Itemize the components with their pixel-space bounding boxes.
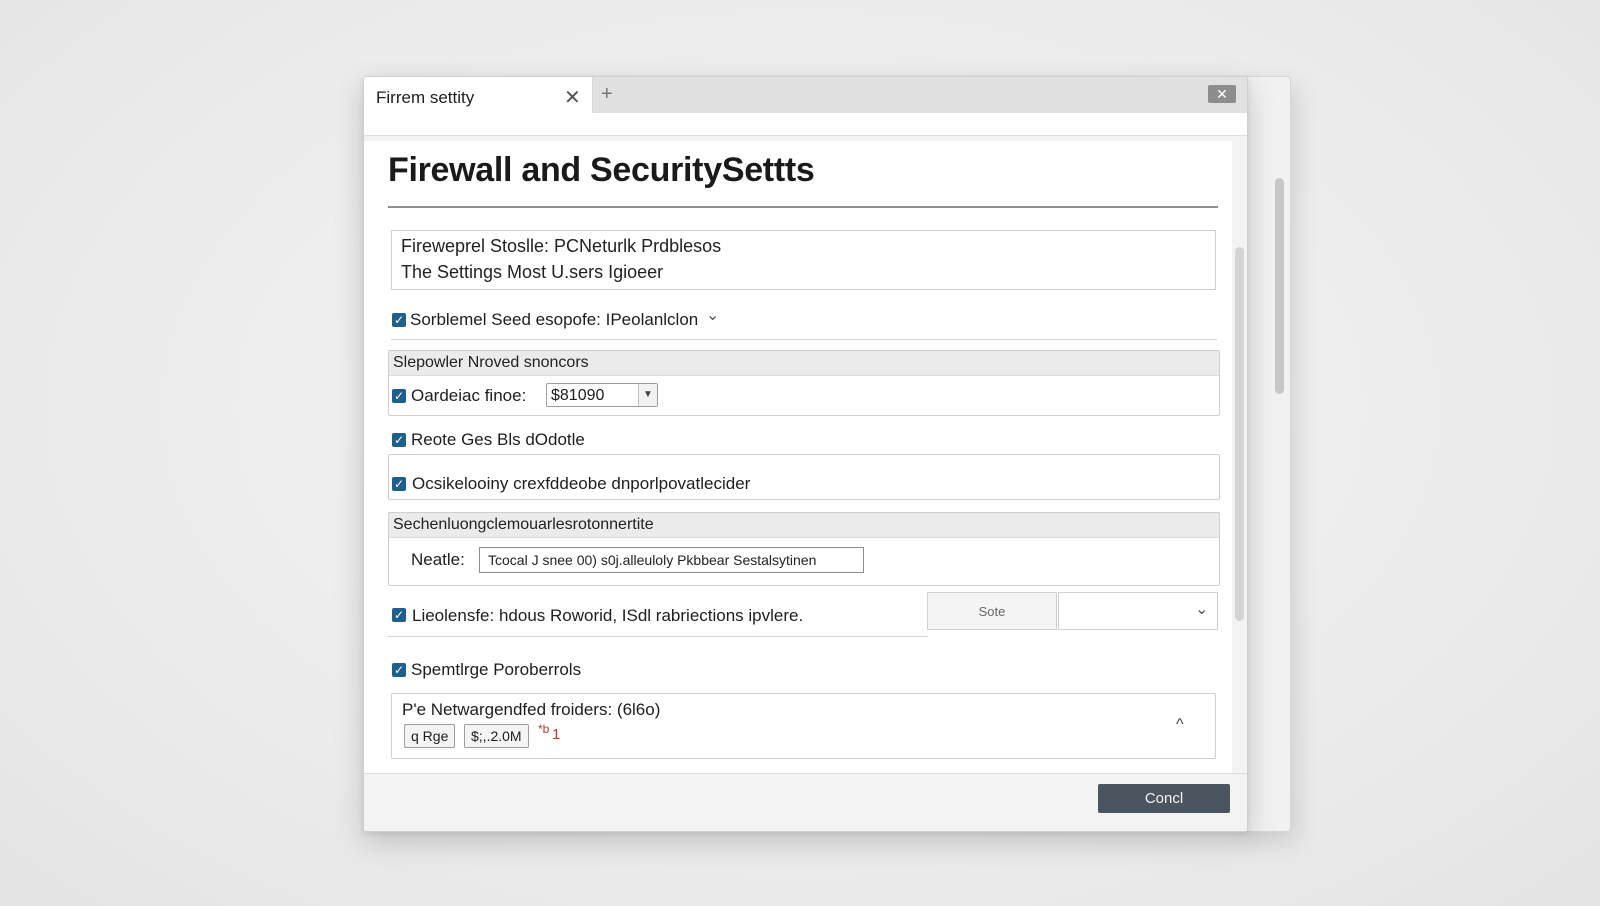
group3-badge-mark: *b <box>538 722 550 736</box>
group3-badge-count: 1 <box>552 726 561 743</box>
dropdown-arrow-icon[interactable]: ▼ <box>638 384 657 406</box>
title-divider <box>388 206 1218 208</box>
settings-content: Firewall and SecuritySettts Fireweprel S… <box>364 141 1232 773</box>
new-tab-icon[interactable]: + <box>601 83 613 106</box>
settings-window: Firrem settity ✕ + ✕ Firewall and Securi… <box>363 76 1248 832</box>
inner-scrollbar[interactable] <box>1235 247 1244 621</box>
group3-chip-value[interactable]: $;,.2.0M <box>464 724 529 748</box>
header-strip <box>364 113 1247 136</box>
group-3: P'e Netwargendfed froiders: (6l6o) q Rge… <box>391 693 1216 759</box>
group2-text-field[interactable]: Tcocal J snee 00) s0j.alleuloly Pkbbear … <box>479 547 864 573</box>
row3-box: ✓ Ocsikelooiny crexfddeobe dnporlpovatle… <box>388 454 1220 500</box>
group3-chip-range[interactable]: q Rge <box>404 724 456 748</box>
divider <box>388 636 928 637</box>
checkbox-row2[interactable]: ✓ <box>392 433 406 447</box>
intro-line-2: The Settings Most U.sers Igioeer <box>401 262 664 282</box>
group1-select-value: $81090 <box>551 387 605 404</box>
group-1: Slepowler Nroved snoncors ✓ Oardeiac fin… <box>388 350 1220 416</box>
tab-bar: Firrem settity ✕ + ✕ <box>364 77 1247 135</box>
window-close-button[interactable]: ✕ <box>1208 85 1236 103</box>
group1-select[interactable]: $81090 ▼ <box>546 383 658 407</box>
group-2: Sechenluongclemouarlesrotonnertite Neatl… <box>388 512 1220 586</box>
group2-field-label: Neatle: <box>411 550 465 569</box>
checkbox-row1[interactable]: ✓ <box>392 313 406 327</box>
chevron-down-icon[interactable]: ⌄ <box>1195 599 1208 619</box>
group3-title: P'e Netwargendfed froiders: (6l6o) <box>402 700 661 719</box>
tab-close-icon[interactable]: ✕ <box>564 85 581 110</box>
checkbox-row3[interactable]: ✓ <box>392 477 406 491</box>
group2-header: Sechenluongclemouarlesrotonnertite <box>389 513 1219 538</box>
page-title: Firewall and SecuritySettts <box>388 151 815 189</box>
divider <box>391 339 1217 340</box>
group1-header: Slepowler Nroved snoncors <box>389 351 1219 376</box>
checkbox-row5[interactable]: ✓ <box>392 663 406 677</box>
row3-label: Ocsikelooiny crexfddeobe dnporlpovatleci… <box>412 474 751 493</box>
collapse-icon[interactable]: ^ <box>1176 716 1184 734</box>
row1-label: Sorblemel Seed esopofe: IPeolanlclon <box>410 310 699 329</box>
tab-title: Firrem settity <box>376 88 475 107</box>
group1-check-label: Oardeiac finoe: <box>411 386 527 405</box>
checkbox-group1[interactable]: ✓ <box>392 389 406 403</box>
row4-label: Lieolensfe: hdous Roworid, ISdl rabriect… <box>412 606 804 625</box>
cancel-button[interactable]: Concl <box>1098 784 1230 813</box>
row4-dropdown[interactable]: ⌄ <box>1058 592 1218 630</box>
row5-label: Spemtlrge Poroberrols <box>411 660 582 679</box>
chevron-down-icon[interactable]: ⌄ <box>706 305 719 325</box>
outer-scrollbar[interactable] <box>1275 178 1284 394</box>
checkbox-row4[interactable]: ✓ <box>392 608 406 622</box>
row2-label: Reote Ges Bls dOdotle <box>411 430 585 449</box>
row4-button[interactable]: Sote <box>927 592 1057 630</box>
footer-bar: Concl <box>364 773 1247 831</box>
intro-line-1: Fireweprel Stoslle: PCNeturlk Prdblesos <box>401 236 722 256</box>
intro-box: Fireweprel Stoslle: PCNeturlk Prdblesos … <box>391 230 1216 290</box>
